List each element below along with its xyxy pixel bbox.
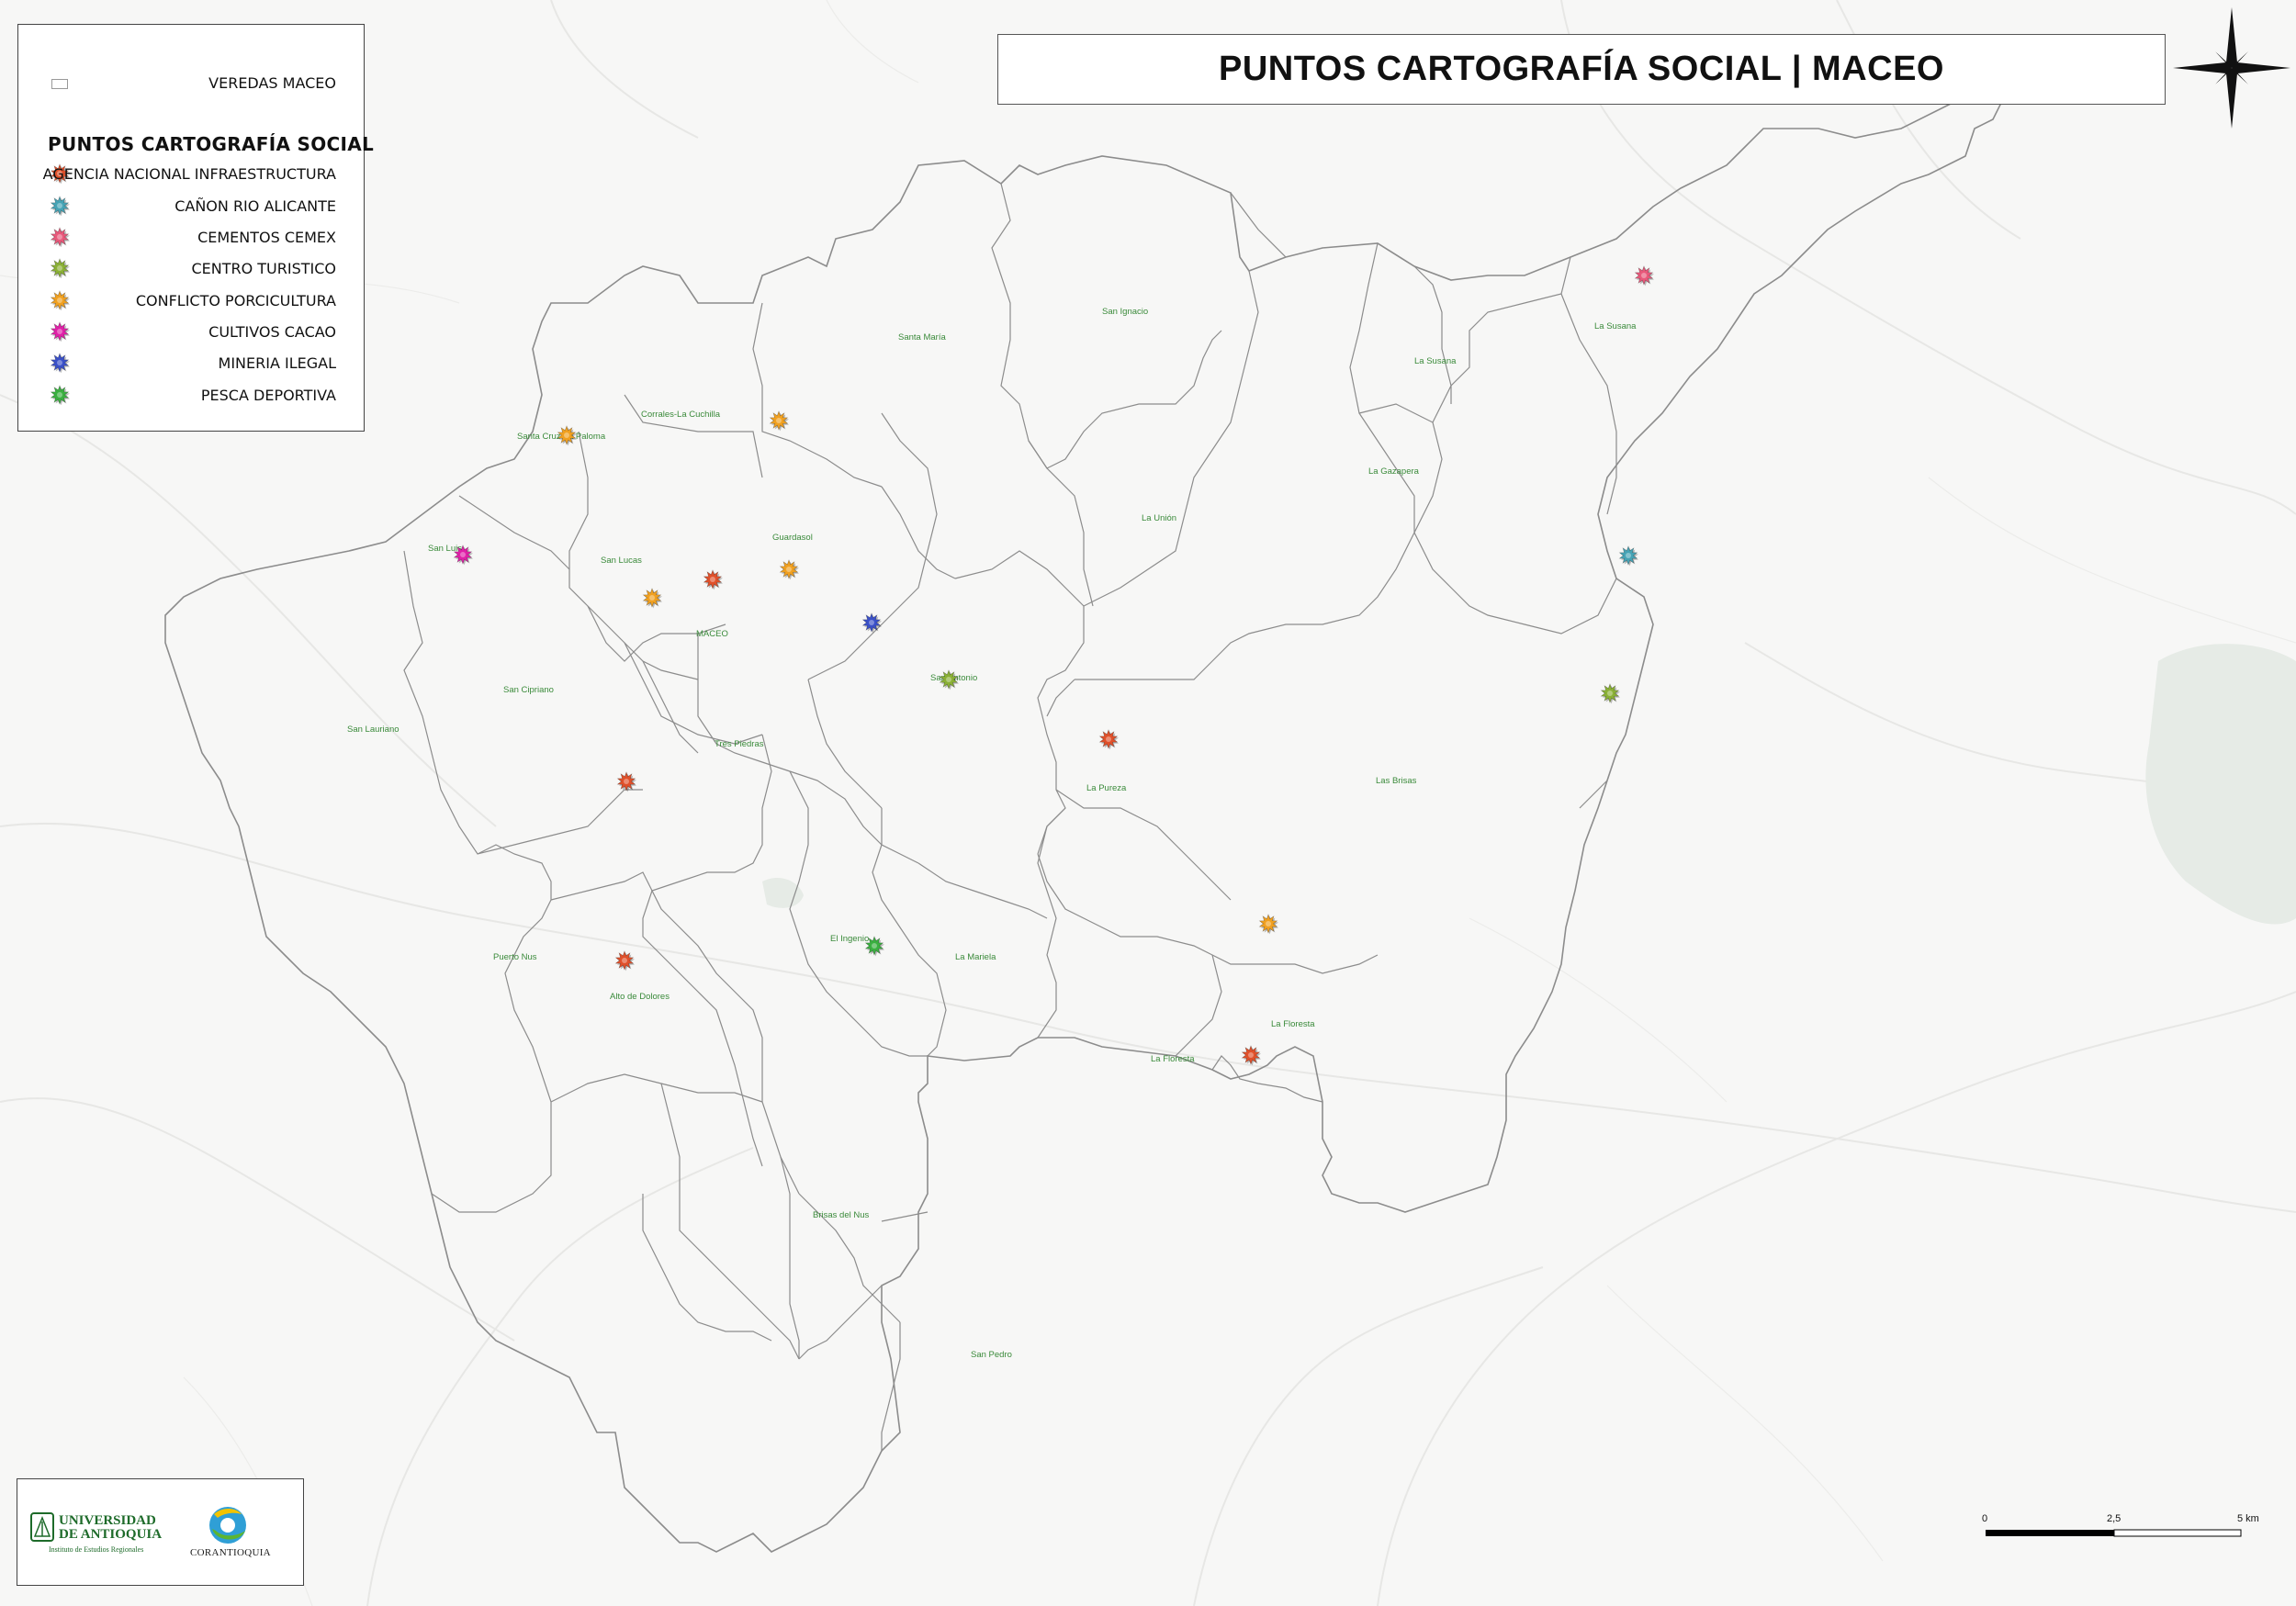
vereda-label: Guardasol [772,533,813,543]
scale-label-end: 5 km [2237,1513,2259,1524]
cartography-point-marker[interactable] [779,559,800,580]
legend-item: MINERIA ILEGAL [18,349,364,376]
north-arrow-icon [2173,7,2290,129]
legend-item-label: CEMENTOS CEMEX [197,229,336,246]
cartography-point-marker[interactable] [557,425,578,446]
cartography-point-marker[interactable] [1258,914,1279,935]
scale-bar [1986,1529,2242,1537]
university-name-line2: DE ANTIOQUIA [59,1527,163,1542]
university-seal-icon [30,1512,54,1542]
legend-item: CONFLICTO PORCICULTURA [18,286,364,314]
vereda-label: La Floresta [1151,1054,1195,1064]
cartography-point-marker[interactable] [703,569,724,590]
cartography-point-marker[interactable] [1600,683,1621,704]
legend-item-label: CULTIVOS CACAO [208,323,336,341]
forest-patches [762,644,2296,925]
vereda-label: Brisas del Nus [813,1210,869,1220]
legend-item: CULTIVOS CACAO [18,318,364,345]
legend-item-label: CENTRO TURISTICO [191,260,336,277]
burst-marker-icon [50,321,70,342]
cartography-point-marker[interactable] [1098,729,1120,750]
vereda-label: La Gazapera [1368,466,1420,477]
vereda-label: Corrales-La Cuchilla [641,410,721,420]
vereda-label: Puerto Nus [493,952,537,962]
cartography-point-marker[interactable] [1241,1045,1262,1066]
burst-marker-icon [50,385,70,405]
vereda-label: La Susana [1594,321,1637,331]
burst-marker-icon [50,258,70,278]
legend: VEREDAS MACEO PUNTOS CARTOGRAFÍA SOCIAL … [17,24,374,432]
vereda-label: Santa María [898,332,946,343]
municipality-boundary [164,91,2004,1553]
vereda-boundaries [403,183,1645,1451]
vereda-label: La Pureza [1086,783,1127,793]
vereda-label: La Mariela [955,952,996,962]
vereda-labels: Santa María San Ignacio La Susana La Sus… [347,307,1637,1360]
burst-marker-icon [50,290,70,310]
vereda-label: San Ignacio [1102,307,1148,317]
legend-item-label: AGENCIA NACIONAL INFRAESTRUCTURA [42,165,336,183]
cartography-point-marker[interactable] [861,612,883,634]
vereda-label: San Cipriano [503,685,554,695]
legend-item: CAÑON RIO ALICANTE [18,192,364,219]
vereda-label: Tres Piedras [715,739,764,749]
vereda-label: San Lauriano [347,724,400,735]
university-institute: Instituto de Estudios Regionales [49,1545,144,1554]
legend-item-label: MINERIA ILEGAL [218,354,336,372]
legend-heading: PUNTOS CARTOGRAFÍA SOCIAL [48,133,375,155]
cartography-point-marker[interactable] [1634,265,1655,286]
legend-item: CEMENTOS CEMEX [18,223,364,251]
legend-veredas-label: VEREDAS MACEO [208,74,336,92]
scale-label-0: 0 [1982,1513,1988,1524]
corantioquia-logo-icon [209,1507,246,1544]
vereda-label: La Susana [1414,356,1457,366]
cartography-point-marker[interactable] [614,950,636,971]
vereda-label: El Ingenio [830,934,869,944]
legend-item-label: PESCA DEPORTIVA [200,387,336,404]
cartography-point-marker[interactable] [769,410,790,432]
map-title: PUNTOS CARTOGRAFÍA SOCIAL | MACEO [1219,50,1944,88]
scale-label-mid: 2,5 [2107,1513,2122,1524]
university-name-line1: UNIVERSIDAD [59,1513,156,1528]
burst-marker-icon [50,196,70,216]
legend-item: CENTRO TURISTICO [18,254,364,282]
map-title-box: PUNTOS CARTOGRAFÍA SOCIAL | MACEO [997,34,2166,105]
vereda-label: San Lucas [601,556,642,566]
legend-item-label: CONFLICTO PORCICULTURA [135,292,336,309]
burst-marker-icon [50,353,70,373]
legend-item: PESCA DEPORTIVA [18,381,364,409]
legend-veredas-row: VEREDAS MACEO [18,69,364,96]
polygon-swatch-icon [51,79,68,89]
university-name: UNIVERSIDAD DE ANTIOQUIA [59,1514,162,1542]
vereda-label: Las Brisas [1376,776,1417,786]
vereda-label: San Pedro [971,1350,1012,1360]
legend-item: AGENCIA NACIONAL INFRAESTRUCTURA [18,160,364,187]
vereda-label: La Floresta [1271,1019,1315,1029]
vereda-label: Alto de Dolores [610,992,670,1002]
burst-marker-icon [50,227,70,247]
cartography-point-marker[interactable] [616,771,637,792]
vereda-label: MACEO [696,629,728,639]
logos-box: UNIVERSIDAD DE ANTIOQUIA Instituto de Es… [17,1478,304,1586]
legend-item-label: CAÑON RIO ALICANTE [174,197,336,215]
corantioquia-name: CORANTIOQUIA [190,1547,271,1558]
cartography-point-marker[interactable] [642,588,663,609]
vereda-label: La Unión [1142,513,1176,523]
cartography-point-marker[interactable] [1618,545,1639,567]
